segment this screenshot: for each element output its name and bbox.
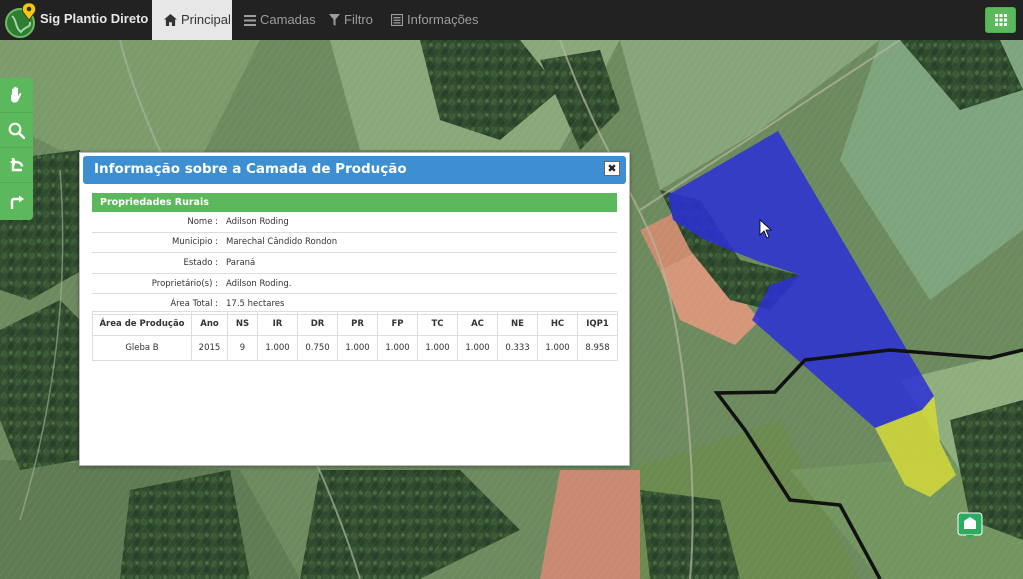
nav-principal-label: Principal <box>181 12 231 27</box>
grid-icon <box>994 14 1007 26</box>
nav-camadas[interactable]: Camadas <box>232 0 328 40</box>
nav-informacoes[interactable]: Informações <box>379 0 491 40</box>
table-cell: 1.000 <box>257 335 298 361</box>
table-cell: 0.333 <box>497 335 538 361</box>
property-value: Adilson Roding <box>226 212 617 233</box>
column-header: IQP1 <box>577 311 618 336</box>
property-label: Municipio : <box>92 232 226 254</box>
column-header: FP <box>377 311 418 336</box>
table-cell: 1.000 <box>457 335 498 361</box>
section-heading: Propriedades Rurais <box>92 193 617 212</box>
pan-tool-button[interactable] <box>0 78 33 113</box>
table-cell: 2015 <box>191 335 228 361</box>
table-row: Estado : Paraná <box>92 252 617 274</box>
table-cell: 1.000 <box>537 335 578 361</box>
table-header-row: Área de Produção Ano NS IR DR PR FP TC A… <box>92 311 618 336</box>
apps-grid-button[interactable] <box>985 7 1016 33</box>
filter-icon <box>329 14 340 26</box>
column-header: TC <box>417 311 458 336</box>
list-alt-icon <box>390 13 404 27</box>
popup-title: Informação sobre a Camada de Produção <box>94 161 407 177</box>
layer-info-popup: Informação sobre a Camada de Produção ✖ … <box>79 152 630 466</box>
column-header: AC <box>457 311 498 336</box>
nav-informacoes-label: Informações <box>407 12 479 27</box>
property-value: Paraná <box>226 252 617 274</box>
table-cell: 1.000 <box>337 335 378 361</box>
table-cell: 8.958 <box>577 335 618 361</box>
nav-camadas-label: Camadas <box>260 12 316 27</box>
production-indices-table: Área de Produção Ano NS IR DR PR FP TC A… <box>92 311 618 361</box>
nav-principal[interactable]: Principal <box>152 0 232 40</box>
hand-icon <box>10 86 21 103</box>
property-label: Proprietário(s) : <box>92 273 226 295</box>
table-cell: 9 <box>227 335 258 361</box>
home-icon <box>164 14 177 26</box>
table-row: Gleba B 2015 9 1.000 0.750 1.000 1.000 1… <box>92 335 618 361</box>
column-header: DR <box>297 311 338 336</box>
property-label: Estado : <box>92 252 226 274</box>
top-navbar: Sig Plantio Direto Principal Camadas Fil… <box>0 0 1023 40</box>
table-cell: 1.000 <box>417 335 458 361</box>
table-row: Municipio : Marechal Cândido Rondon <box>92 232 617 254</box>
redo-icon <box>10 195 24 209</box>
nav-filtro[interactable]: Filtro <box>317 0 385 40</box>
table-cell: 1.000 <box>377 335 418 361</box>
map-tools <box>0 78 33 220</box>
undo-icon <box>9 158 23 172</box>
properties-table: Nome : Adilson Roding Municipio : Marech… <box>92 212 617 315</box>
property-label: Nome : <box>92 212 226 233</box>
column-header: Ano <box>191 311 228 336</box>
table-cell: Gleba B <box>92 335 192 361</box>
table-row: Nome : Adilson Roding <box>92 212 617 233</box>
list-icon <box>244 15 256 26</box>
column-header: NE <box>497 311 538 336</box>
table-cell: 0.750 <box>297 335 338 361</box>
column-header: NS <box>227 311 258 336</box>
column-header: HC <box>537 311 578 336</box>
zoom-tool-button[interactable] <box>0 113 33 148</box>
property-value: Marechal Cândido Rondon <box>226 232 617 254</box>
nav-filtro-label: Filtro <box>344 12 373 27</box>
app-title: Sig Plantio Direto <box>40 11 149 26</box>
column-header: Área de Produção <box>92 311 192 336</box>
column-header: PR <box>337 311 378 336</box>
close-button[interactable]: ✖ <box>604 161 620 176</box>
table-row: Proprietário(s) : Adilson Roding. <box>92 273 617 295</box>
popup-header: Informação sobre a Camada de Produção ✖ <box>83 156 626 184</box>
globe-pin-logo-icon <box>5 2 37 38</box>
search-icon <box>8 122 25 139</box>
column-header: IR <box>257 311 298 336</box>
undo-tool-button[interactable] <box>0 148 33 183</box>
redo-tool-button[interactable] <box>0 184 33 219</box>
property-value: Adilson Roding. <box>226 273 617 295</box>
